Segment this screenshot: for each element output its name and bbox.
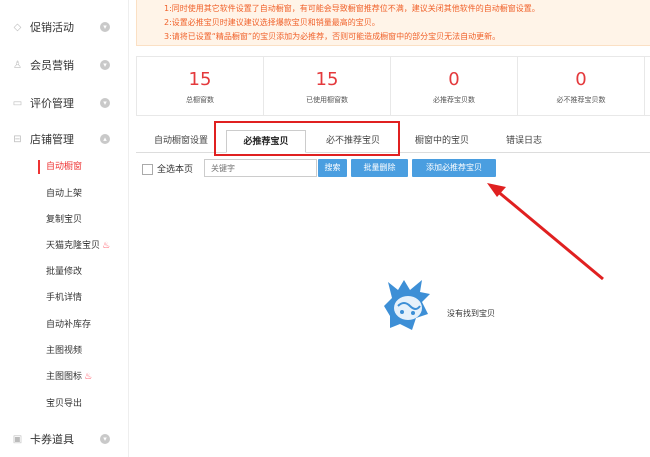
annotation-arrow <box>487 183 604 281</box>
empty-state-mascot-icon <box>384 280 430 330</box>
empty-state-text: 没有找到宝贝 <box>447 309 495 318</box>
